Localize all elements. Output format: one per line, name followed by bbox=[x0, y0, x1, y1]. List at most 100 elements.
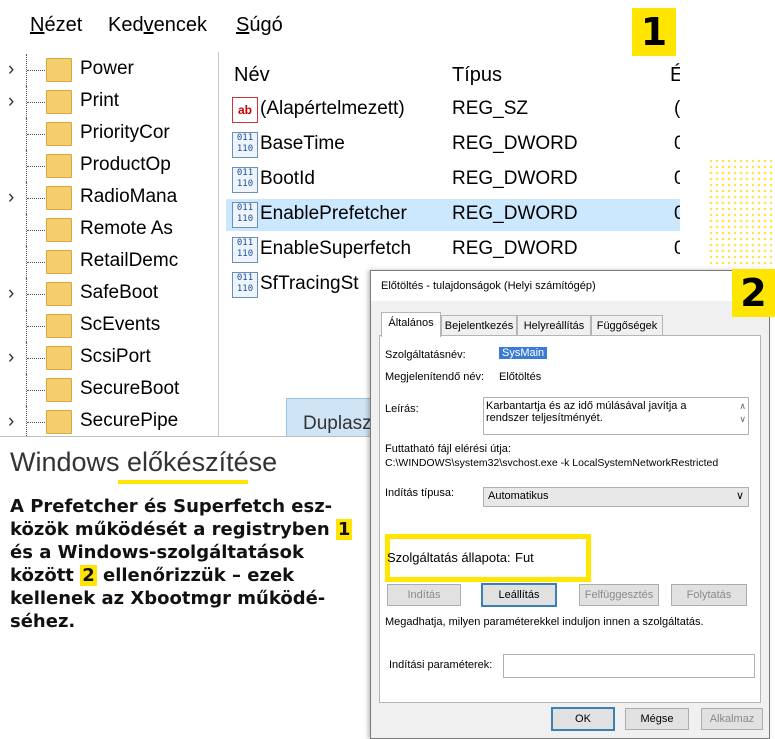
resume-button[interactable]: Folytatás bbox=[671, 584, 747, 606]
description-scroll-arrows-icon[interactable]: ∧ ∨ bbox=[739, 400, 746, 426]
tab-dependencies[interactable]: Függőségek bbox=[591, 315, 663, 336]
chevron-down-icon[interactable]: ∨ bbox=[736, 489, 744, 502]
registry-value-name: EnablePrefetcher bbox=[260, 203, 407, 224]
folder-icon bbox=[46, 122, 72, 146]
registry-value-row[interactable]: 011 110EnablePrefetcher REG_DWORD 0 bbox=[226, 199, 680, 231]
menu-favorites[interactable]: Kedvencek bbox=[108, 14, 207, 37]
registry-value-row[interactable]: ab (Alapértelmezett) REG_SZ ( bbox=[226, 94, 680, 126]
stop-button[interactable]: Leállítás bbox=[481, 583, 557, 607]
caption-title: Windows előkészítése bbox=[10, 447, 278, 477]
pause-button[interactable]: Felfüggesztés bbox=[579, 584, 659, 606]
description-label: Leírás: bbox=[385, 403, 419, 415]
tree-item-label: Print bbox=[80, 90, 120, 111]
menu-view[interactable]: Nézet bbox=[30, 14, 82, 37]
registry-value-data: 0 bbox=[674, 238, 680, 260]
folder-icon bbox=[46, 58, 72, 82]
tab-logon[interactable]: Bejelentkezés bbox=[441, 315, 517, 336]
tree-connector-line bbox=[27, 70, 45, 71]
apply-button[interactable]: Alkalmaz bbox=[701, 708, 763, 730]
startup-type-select[interactable]: Automatikus ∨ bbox=[483, 487, 749, 507]
expand-chevron-icon[interactable]: › bbox=[8, 283, 14, 305]
folder-icon bbox=[46, 314, 72, 338]
registry-value-type: REG_DWORD bbox=[452, 203, 578, 224]
column-header-name[interactable]: Név bbox=[234, 64, 270, 87]
registry-value-type: REG_DWORD bbox=[452, 238, 578, 259]
start-params-input[interactable] bbox=[503, 654, 755, 678]
tree-item[interactable]: SecureBoot bbox=[0, 374, 210, 406]
tree-item[interactable]: ProductOp bbox=[0, 150, 210, 182]
step-badge-2: 2 bbox=[732, 269, 775, 317]
expand-chevron-icon[interactable]: › bbox=[8, 411, 14, 433]
tree-item[interactable]: ScEvents bbox=[0, 310, 210, 342]
registry-value-data: ( bbox=[674, 98, 680, 119]
expand-chevron-icon[interactable]: › bbox=[8, 347, 14, 369]
title-underline bbox=[118, 480, 248, 484]
registry-value-data: 0 bbox=[674, 203, 680, 225]
registry-key-tree: › Power › Print PriorityCor ProductOp › RadioMa… bbox=[0, 52, 219, 436]
service-properties-dialog: Előtöltés - tulajdonságok (Helyi számító… bbox=[370, 270, 770, 739]
tree-connector-line bbox=[27, 262, 45, 263]
expand-chevron-icon[interactable]: › bbox=[8, 187, 14, 209]
registry-value-name: SfTracingSt bbox=[260, 273, 359, 294]
tree-item-label: Remote As bbox=[80, 218, 173, 239]
tree-item[interactable]: RetailDemc bbox=[0, 246, 210, 278]
service-status-value: Fut bbox=[515, 550, 534, 565]
tree-connector-line bbox=[27, 422, 45, 423]
tab-recovery[interactable]: Helyreállítás bbox=[517, 315, 591, 336]
tree-item-label: Power bbox=[80, 58, 134, 79]
registry-value-row[interactable]: 011 110BaseTime REG_DWORD 0 bbox=[226, 129, 680, 161]
tree-connector-line bbox=[27, 390, 45, 391]
ok-button[interactable]: OK bbox=[551, 707, 615, 731]
expand-chevron-icon[interactable]: › bbox=[8, 91, 14, 113]
tree-item[interactable]: › SecurePipe bbox=[0, 406, 210, 436]
tree-scrollbar[interactable]: ▲ bbox=[192, 52, 218, 436]
description-textbox[interactable]: Karbantartja és az idő múlásával javítja… bbox=[483, 397, 749, 435]
registry-value-name: EnableSuperfetch bbox=[260, 238, 412, 259]
column-header-data[interactable]: É bbox=[670, 64, 680, 87]
tree-item-label: RetailDemc bbox=[80, 250, 179, 271]
display-name-value: Előtöltés bbox=[499, 371, 542, 383]
folder-icon bbox=[46, 250, 72, 274]
registry-value-row[interactable]: 011 110EnableSuperfetch REG_DWORD 0 bbox=[226, 234, 680, 266]
tab-general[interactable]: Általános bbox=[381, 312, 441, 337]
dword-value-icon: 011 110 bbox=[232, 132, 258, 158]
step-badge-1: 1 bbox=[632, 8, 676, 56]
tree-connector-line bbox=[27, 134, 45, 135]
tree-item[interactable]: PriorityCor bbox=[0, 118, 210, 150]
dword-value-icon: 011 110 bbox=[232, 237, 258, 263]
tree-item[interactable]: Remote As bbox=[0, 214, 210, 246]
tree-item[interactable]: › Power bbox=[0, 54, 210, 86]
inline-badge-2: 2 bbox=[80, 565, 97, 586]
caption-text-part-1: A Prefetcher és Superfetch esz-közök műk… bbox=[10, 496, 333, 540]
start-button[interactable]: Indítás bbox=[387, 584, 461, 606]
menu-bar: Nézet Kedvencek Súgó bbox=[0, 0, 680, 48]
decorative-dot-pattern bbox=[708, 158, 775, 268]
tree-item-label: SecurePipe bbox=[80, 410, 179, 431]
tree-connector-line bbox=[27, 198, 45, 199]
start-params-label: Indítási paraméterek: bbox=[389, 659, 493, 671]
registry-value-type: REG_DWORD bbox=[452, 168, 578, 189]
tree-item[interactable]: › SafeBoot bbox=[0, 278, 210, 310]
tree-item-label: SafeBoot bbox=[80, 282, 159, 303]
tree-item[interactable]: › Print bbox=[0, 86, 210, 118]
startup-type-value: Automatikus bbox=[488, 490, 549, 502]
folder-icon bbox=[46, 346, 72, 370]
service-name-value[interactable]: SysMain bbox=[499, 347, 548, 359]
dialog-title-bar[interactable]: Előtöltés - tulajdonságok (Helyi számító… bbox=[371, 271, 769, 301]
registry-value-row[interactable]: 011 110BootId REG_DWORD 0 bbox=[226, 164, 680, 196]
startup-type-label: Indítás típusa: bbox=[385, 487, 455, 499]
column-header-type[interactable]: Típus bbox=[452, 64, 502, 87]
tree-item-label: RadioMana bbox=[80, 186, 178, 207]
registry-value-name: BootId bbox=[260, 168, 315, 189]
cancel-button[interactable]: Mégse bbox=[625, 708, 689, 730]
tree-connector-line bbox=[26, 406, 27, 436]
path-value: C:\WINDOWS\system32\svchost.exe -k Local… bbox=[385, 457, 719, 469]
tree-item[interactable]: › ScsiPort bbox=[0, 342, 210, 374]
path-label: Futtatható fájl elérési útja: bbox=[385, 443, 511, 455]
tree-item[interactable]: › RadioMana bbox=[0, 182, 210, 214]
dword-value-icon: 011 110 bbox=[232, 202, 258, 228]
tree-connector-line bbox=[27, 326, 45, 327]
expand-chevron-icon[interactable]: › bbox=[8, 59, 14, 81]
menu-help[interactable]: Súgó bbox=[236, 14, 283, 37]
display-name-label: Megjelenítendő név: bbox=[385, 371, 485, 383]
